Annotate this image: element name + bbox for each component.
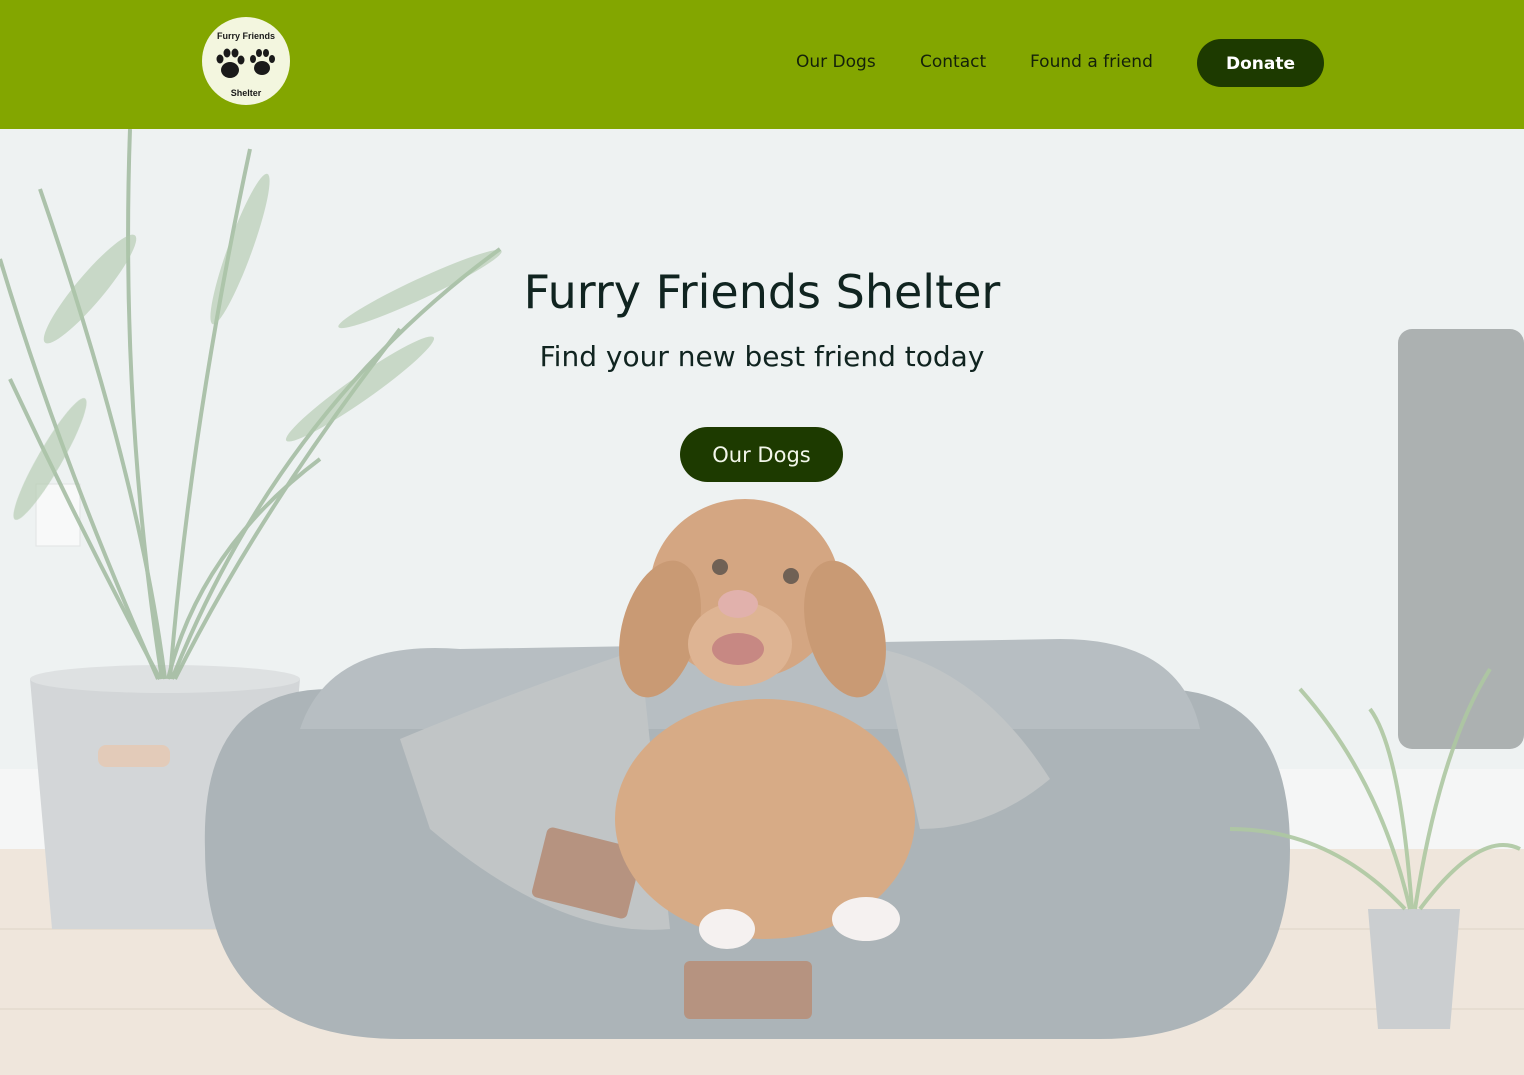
paw-prints-icon — [216, 48, 275, 78]
nav-link-our-dogs[interactable]: Our Dogs — [796, 52, 876, 76]
hero-subtitle: Find your new best friend today — [539, 340, 985, 373]
hero-title: Furry Friends Shelter — [523, 265, 1001, 319]
shelter-logo[interactable]: Furry Friends Shelter — [202, 17, 290, 105]
logo-text-bottom: Shelter — [230, 88, 262, 98]
nav-link-found-a-friend[interactable]: Found a friend — [1030, 52, 1153, 76]
donate-button[interactable]: Donate — [1197, 39, 1324, 87]
our-dogs-button[interactable]: Our Dogs — [680, 427, 843, 482]
top-navbar: Furry Friends Shelter Our Dogs Contact F… — [0, 0, 1524, 129]
logo-text-top: Furry Friends — [216, 31, 275, 41]
nav-link-contact[interactable]: Contact — [920, 52, 986, 76]
hero-section: Furry Friends Shelter Find your new best… — [0, 129, 1524, 1075]
